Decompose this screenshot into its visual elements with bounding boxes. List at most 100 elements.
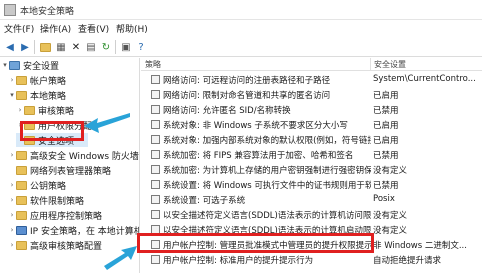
title-bar: 本地安全策略 bbox=[0, 0, 482, 20]
tree-item-label: IP 安全策略，在 本地计算机 bbox=[30, 226, 140, 237]
tree-expander[interactable]: › bbox=[8, 196, 16, 204]
folder-icon bbox=[16, 210, 27, 220]
tree-item-security-options[interactable]: 安全选项 bbox=[16, 133, 88, 147]
tree-item-label: 高级安全 Windows 防火墙 bbox=[30, 151, 139, 162]
policy-icon bbox=[151, 105, 160, 114]
column-divider[interactable] bbox=[370, 58, 371, 71]
policy-icon bbox=[151, 240, 160, 249]
policy-setting: 已禁用 bbox=[373, 151, 399, 161]
tree-item-audit-policy[interactable]: › 审核策略 bbox=[16, 103, 74, 117]
policy-row[interactable]: 系统对象: 非 Windows 子系统不要求区分大小写 已启用 bbox=[141, 118, 482, 131]
policy-icon bbox=[151, 225, 160, 234]
column-setting-header[interactable]: 安全设置 bbox=[374, 59, 406, 70]
policy-name: 以安全描述符定义语言(SDDL)语法表示的计算机访问限制 bbox=[163, 211, 371, 221]
show-tree-icon[interactable]: ▦ bbox=[54, 40, 68, 54]
tree-item-label: 安全选项 bbox=[38, 136, 75, 147]
tree-item-security-settings[interactable]: ▾ 安全设置 bbox=[1, 58, 59, 72]
delete-icon[interactable]: ✕ bbox=[69, 40, 83, 54]
policy-row[interactable]: 以安全描述符定义语言(SDDL)语法表示的计算机访问限制 没有定义 bbox=[141, 208, 482, 221]
policy-list-pane: 策略 安全设置 网络访问: 可远程访问的注册表路径和子路径 System\Cur… bbox=[141, 58, 482, 273]
policy-row[interactable]: 以安全描述符定义语言(SDDL)语法表示的计算机启动限制 没有定义 bbox=[141, 223, 482, 236]
folder-icon bbox=[16, 75, 27, 85]
policy-row[interactable]: 网络访问: 限制对命名管道和共享的匿名访问 已启用 bbox=[141, 88, 482, 101]
folder-icon bbox=[16, 240, 27, 250]
tree-expander[interactable]: › bbox=[8, 151, 16, 159]
policy-row[interactable]: 系统对象: 加强内部系统对象的默认权限(例如，符号链接) 已启用 bbox=[141, 133, 482, 146]
app-icon bbox=[4, 4, 16, 16]
tree-expander[interactable]: › bbox=[8, 211, 16, 219]
properties-icon[interactable]: ▤ bbox=[84, 40, 98, 54]
policy-setting: Posix bbox=[373, 194, 395, 204]
policy-name: 系统对象: 加强内部系统对象的默认权限(例如，符号链接) bbox=[163, 136, 371, 146]
up-folder-icon[interactable] bbox=[38, 40, 52, 54]
column-policy-header[interactable]: 策略 bbox=[145, 59, 161, 70]
tree-item-label: 审核策略 bbox=[38, 106, 75, 117]
folder-icon bbox=[24, 120, 35, 130]
help-icon[interactable]: ? bbox=[134, 40, 148, 54]
policy-name: 系统对象: 非 Windows 子系统不要求区分大小写 bbox=[163, 121, 348, 131]
tree-expander[interactable]: ▾ bbox=[1, 61, 9, 69]
refresh-icon[interactable]: ↻ bbox=[99, 40, 113, 54]
tree-item-local-policies[interactable]: ▾ 本地策略 bbox=[8, 88, 66, 102]
forward-arrow-icon[interactable]: ▶ bbox=[18, 40, 32, 54]
tree-item-label: 公钥策略 bbox=[30, 181, 67, 192]
policy-setting: System\CurrentContro... bbox=[373, 74, 476, 84]
tree-item-advanced-audit[interactable]: › 高级审核策略配置 bbox=[8, 238, 102, 252]
tree-item-app-control[interactable]: › 应用程序控制策略 bbox=[8, 208, 102, 222]
toolbar-separator bbox=[115, 40, 116, 54]
tree-expander[interactable]: › bbox=[8, 181, 16, 189]
policy-icon bbox=[151, 255, 160, 264]
tree-item-user-rights[interactable]: › 用户权限分配 bbox=[16, 118, 92, 132]
policy-row[interactable]: 系统设置: 将 Windows 可执行文件中的证书规则用于软件限制策略 已禁用 bbox=[141, 178, 482, 191]
policy-setting: 已启用 bbox=[373, 121, 399, 131]
policy-name: 网络访问: 可远程访问的注册表路径和子路径 bbox=[163, 76, 331, 86]
policy-icon bbox=[151, 195, 160, 204]
tree-item-label: 软件限制策略 bbox=[30, 196, 85, 207]
policy-row-uac-admin-prompt[interactable]: 用户帐户控制: 管理员批准模式中管理员的提升权限提示的行为 非 Windows … bbox=[141, 238, 482, 251]
tree-item-label: 帐户策略 bbox=[30, 76, 67, 87]
tree-expander[interactable]: ▾ bbox=[8, 91, 16, 99]
folder-icon bbox=[16, 180, 27, 190]
export-icon[interactable]: ▣ bbox=[119, 40, 133, 54]
toolbar: ◀ ▶ ▦ ✕ ▤ ↻ ▣ ? bbox=[0, 37, 482, 57]
tree-expander[interactable]: › bbox=[8, 241, 16, 249]
tree-item-ip-security[interactable]: › IP 安全策略，在 本地计算机 bbox=[8, 223, 140, 237]
tree-expander[interactable]: › bbox=[16, 106, 24, 114]
policy-icon bbox=[151, 165, 160, 174]
menu-file[interactable]: 文件(F) bbox=[4, 22, 34, 35]
tree-item-label: 本地策略 bbox=[30, 91, 67, 102]
policy-setting: 没有定义 bbox=[373, 226, 408, 236]
menu-help[interactable]: 帮助(H) bbox=[116, 22, 148, 35]
policy-icon bbox=[151, 135, 160, 144]
policy-row[interactable]: 网络访问: 可远程访问的注册表路径和子路径 System\CurrentCont… bbox=[141, 73, 482, 86]
menu-view[interactable]: 查看(V) bbox=[78, 22, 109, 35]
tree-item-firewall[interactable]: › 高级安全 Windows 防火墙 bbox=[8, 148, 139, 162]
policy-row[interactable]: 系统加密: 为计算机上存储的用户密钥强制进行强密钥保护 没有定义 bbox=[141, 163, 482, 176]
back-arrow-icon[interactable]: ◀ bbox=[3, 40, 17, 54]
tree-expander[interactable]: › bbox=[16, 121, 24, 129]
policy-row[interactable]: 用户帐户控制: 标准用户的提升提示行为 自动拒绝提升请求 bbox=[141, 253, 482, 266]
tree-expander[interactable]: › bbox=[8, 76, 16, 84]
policy-setting: 没有定义 bbox=[373, 211, 408, 221]
tree-expander[interactable]: › bbox=[8, 226, 16, 234]
tree-item-network-list[interactable]: 网络列表管理器策略 bbox=[8, 163, 111, 177]
menu-action[interactable]: 操作(A) bbox=[40, 22, 71, 35]
security-folder-icon bbox=[9, 60, 20, 70]
tree-item-account-policies[interactable]: › 帐户策略 bbox=[8, 73, 66, 87]
policy-row[interactable]: 网络访问: 允许匿名 SID/名称转换 已禁用 bbox=[141, 103, 482, 116]
folder-icon bbox=[16, 195, 27, 205]
tree-item-label: 高级审核策略配置 bbox=[30, 241, 103, 252]
policy-row[interactable]: 系统设置: 可选子系统 Posix bbox=[141, 193, 482, 206]
tree-item-public-key[interactable]: › 公钥策略 bbox=[8, 178, 66, 192]
menu-bar: 文件(F) 操作(A) 查看(V) 帮助(H) bbox=[0, 20, 482, 37]
folder-icon bbox=[24, 105, 35, 115]
folder-icon bbox=[16, 150, 27, 160]
policy-row[interactable]: 系统加密: 将 FIPS 兼容算法用于加密、哈希和签名 已禁用 bbox=[141, 148, 482, 161]
tree-item-label: 网络列表管理器策略 bbox=[30, 166, 112, 177]
policy-icon bbox=[151, 210, 160, 219]
policy-icon bbox=[151, 180, 160, 189]
tree-pane: ▾ 安全设置 › 帐户策略 ▾ 本地策略 › 审核策略 › 用户权限分配 安全选… bbox=[0, 58, 140, 273]
policy-name: 用户帐户控制: 管理员批准模式中管理员的提升权限提示的行为 bbox=[163, 241, 371, 251]
tree-item-software-restriction[interactable]: › 软件限制策略 bbox=[8, 193, 84, 207]
tree-item-label: 应用程序控制策略 bbox=[30, 211, 103, 222]
